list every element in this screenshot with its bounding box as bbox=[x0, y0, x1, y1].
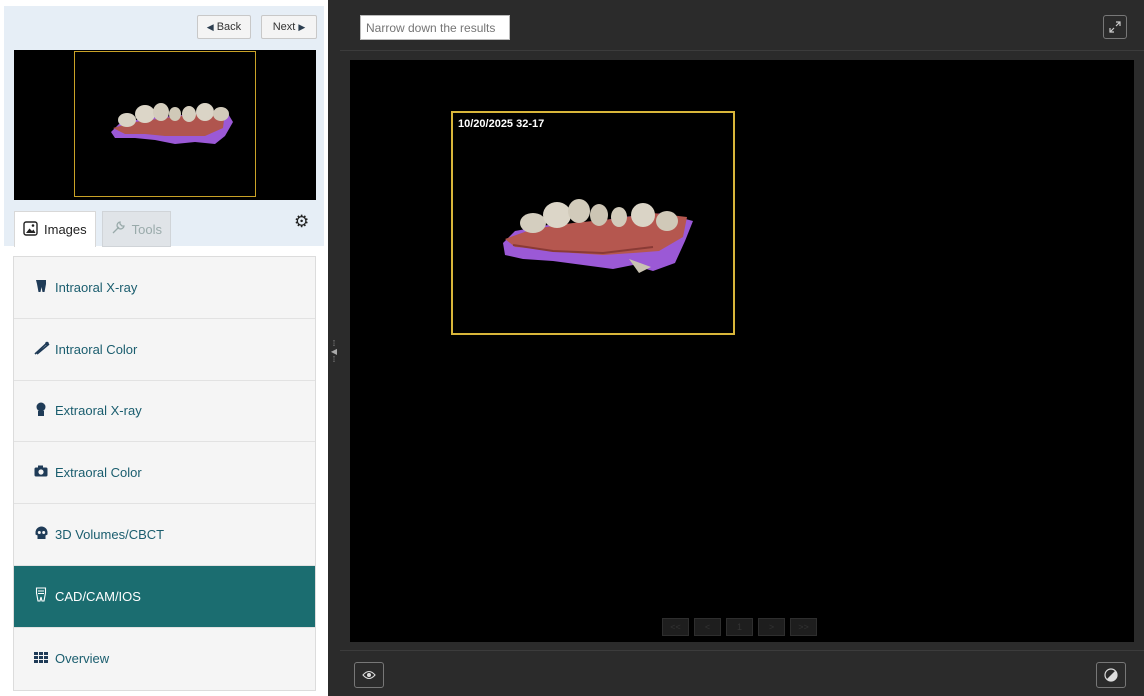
selected-image-thumbnail[interactable] bbox=[14, 50, 316, 200]
tooth-icon bbox=[34, 279, 48, 296]
image-icon bbox=[23, 220, 38, 239]
tab-images[interactable]: Images bbox=[14, 211, 96, 247]
first-page-button[interactable]: << bbox=[662, 618, 689, 636]
divider bbox=[340, 650, 1144, 651]
next-button-label: Next bbox=[272, 21, 296, 33]
category-overview[interactable]: Overview bbox=[14, 627, 315, 690]
wrench-icon bbox=[111, 220, 126, 238]
image-card[interactable]: 10/20/2025 32-17 bbox=[451, 111, 735, 335]
category-intraoral-color[interactable]: Intraoral Color bbox=[14, 318, 315, 381]
category-label: CAD/CAM/IOS bbox=[55, 588, 141, 604]
jaw-scan-thumbnail-icon bbox=[111, 103, 233, 144]
page-number-button[interactable]: 1 bbox=[726, 618, 753, 636]
preview-area: ◀ Back Next ▶ Images Tools ⚙ bbox=[4, 6, 324, 247]
contrast-icon[interactable] bbox=[1096, 662, 1126, 688]
image-category-list: Intraoral X-ray Intraoral Color Extraora… bbox=[13, 256, 316, 691]
category-label: Extraoral Color bbox=[55, 465, 142, 481]
jaw-scan-image-icon bbox=[503, 199, 693, 273]
eye-icon[interactable] bbox=[354, 662, 384, 688]
gear-icon[interactable]: ⚙ bbox=[294, 212, 309, 232]
search-input[interactable] bbox=[360, 15, 510, 40]
skull-icon bbox=[34, 526, 48, 543]
category-3d-volumes-cbct[interactable]: 3D Volumes/CBCT bbox=[14, 504, 315, 566]
panel-tabs: Images Tools bbox=[14, 211, 171, 247]
category-label: 3D Volumes/CBCT bbox=[55, 527, 165, 543]
tooth-scan-icon bbox=[34, 587, 48, 605]
intraoral-camera-icon bbox=[34, 341, 50, 358]
tab-images-label: Images bbox=[44, 222, 87, 237]
back-button-label: Back bbox=[216, 21, 242, 33]
category-cad-cam-ios[interactable]: CAD/CAM/IOS bbox=[14, 565, 315, 628]
category-label: Intraoral Color bbox=[55, 341, 138, 357]
arrow-right-icon: ▶ bbox=[298, 21, 306, 32]
last-page-button[interactable]: >> bbox=[790, 618, 817, 636]
category-label: Overview bbox=[55, 651, 110, 667]
pagination: << < 1 > >> bbox=[662, 618, 817, 636]
next-page-button[interactable]: > bbox=[758, 618, 785, 636]
category-extraoral-xray[interactable]: Extraoral X-ray bbox=[14, 380, 315, 443]
prev-page-button[interactable]: < bbox=[694, 618, 721, 636]
grid-icon bbox=[34, 651, 48, 666]
head-silhouette-icon bbox=[34, 402, 48, 419]
category-extraoral-color[interactable]: Extraoral Color bbox=[14, 442, 315, 505]
camera-icon bbox=[34, 465, 48, 480]
next-button[interactable]: Next ▶ bbox=[261, 15, 317, 39]
thumbnail-selection-frame bbox=[74, 51, 256, 197]
left-panel: ◀ Back Next ▶ Images Tools ⚙ Intraoral X… bbox=[0, 0, 328, 696]
tab-tools-label: Tools bbox=[131, 221, 162, 237]
category-label: Extraoral X-ray bbox=[55, 403, 142, 419]
panel-splitter[interactable]: ⁞ ◀ ⁞ bbox=[328, 0, 340, 696]
collapse-handle-icon[interactable]: ⁞ ◀ ⁞ bbox=[330, 340, 338, 370]
divider bbox=[340, 50, 1144, 51]
tab-tools[interactable]: Tools bbox=[101, 211, 171, 247]
image-viewer-panel: 10/20/2025 32-17 << < 1 > >> bbox=[340, 0, 1144, 696]
arrow-left-icon: ◀ bbox=[206, 21, 214, 32]
category-intraoral-xray[interactable]: Intraoral X-ray bbox=[14, 257, 315, 319]
expand-icon[interactable] bbox=[1103, 15, 1127, 39]
back-button[interactable]: ◀ Back bbox=[197, 15, 251, 39]
category-label: Intraoral X-ray bbox=[55, 279, 138, 295]
image-grid: 10/20/2025 32-17 << < 1 > >> bbox=[350, 60, 1134, 642]
